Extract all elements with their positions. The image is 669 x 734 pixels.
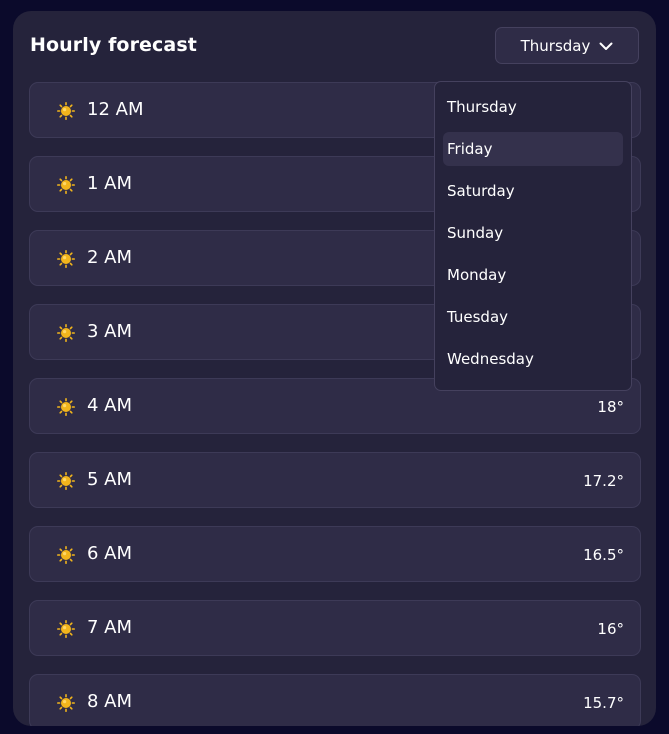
menu-item-wednesday[interactable]: Wednesday <box>443 342 623 376</box>
hour-temperature: 16° <box>597 620 624 638</box>
sun-icon <box>57 250 76 269</box>
hour-label: 6 AM <box>87 543 133 564</box>
day-select-value: Thursday <box>520 36 591 55</box>
sun-icon <box>57 324 76 343</box>
hour-label: 7 AM <box>87 617 133 638</box>
hour-temperature: 16.5° <box>583 546 624 564</box>
sun-icon <box>57 472 76 491</box>
sun-icon <box>57 620 76 639</box>
hour-label: 1 AM <box>87 173 133 194</box>
menu-item-sunday[interactable]: Sunday <box>443 216 623 250</box>
hour-row: 6 AM 16.5° <box>29 526 641 582</box>
hour-row: 8 AM 15.7° <box>29 674 641 726</box>
hour-label: 3 AM <box>87 321 133 342</box>
menu-item-saturday[interactable]: Saturday <box>443 174 623 208</box>
hour-label: 8 AM <box>87 691 133 712</box>
hour-label: 5 AM <box>87 469 133 490</box>
sun-icon <box>57 546 76 565</box>
menu-item-friday[interactable]: Friday <box>443 132 623 166</box>
hour-row: 5 AM 17.2° <box>29 452 641 508</box>
hour-temperature: 17.2° <box>583 472 624 490</box>
sun-icon <box>57 176 76 195</box>
sun-icon <box>57 398 76 417</box>
sun-icon <box>57 102 76 121</box>
hour-label: 2 AM <box>87 247 133 268</box>
sun-icon <box>57 694 76 713</box>
chevron-down-icon <box>599 42 613 51</box>
day-select-button[interactable]: Thursday <box>495 27 639 64</box>
hour-temperature: 18° <box>597 398 624 416</box>
hour-label: 4 AM <box>87 395 133 416</box>
hour-temperature: 15.7° <box>583 694 624 712</box>
menu-item-monday[interactable]: Monday <box>443 258 623 292</box>
menu-item-tuesday[interactable]: Tuesday <box>443 300 623 334</box>
hour-label: 12 AM <box>87 99 144 120</box>
menu-item-thursday[interactable]: Thursday <box>443 90 623 124</box>
panel-title: Hourly forecast <box>30 34 197 56</box>
hour-row: 7 AM 16° <box>29 600 641 656</box>
day-dropdown-menu: Thursday Friday Saturday Sunday Monday Tuesda… <box>434 81 632 391</box>
